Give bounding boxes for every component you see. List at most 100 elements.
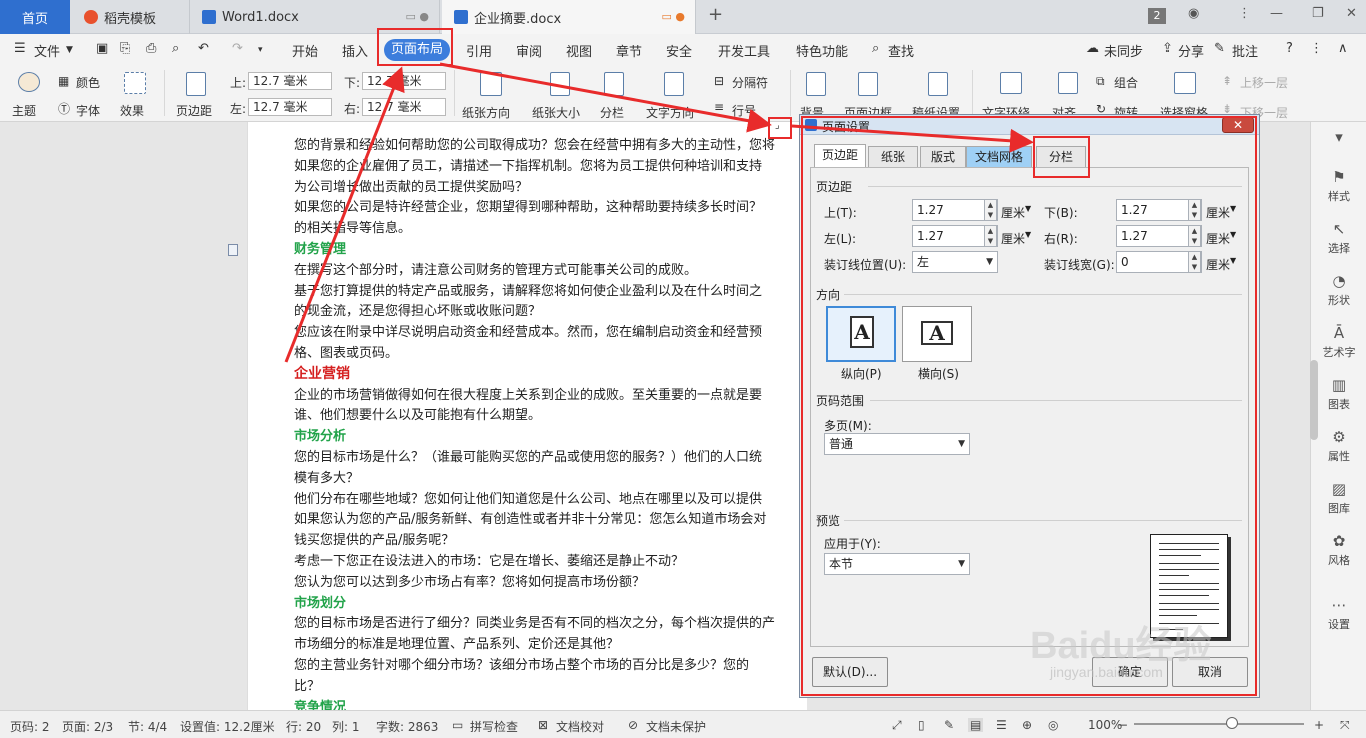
sidebar-item-wordart[interactable]: Ā 艺术字 bbox=[1311, 324, 1366, 360]
close-window-icon[interactable]: ✕ bbox=[1346, 6, 1357, 21]
share-button[interactable]: 分享 bbox=[1178, 41, 1204, 60]
menu-developer[interactable]: 开发工具 bbox=[718, 41, 770, 60]
chevron-down-icon[interactable]: ▼ bbox=[1230, 256, 1236, 265]
chevron-down-icon[interactable]: ▼ bbox=[1230, 230, 1236, 239]
page-view-icon[interactable]: ▤ bbox=[968, 718, 984, 732]
tab-margins[interactable]: 页边距 bbox=[814, 144, 866, 168]
cloud-sync-icon[interactable]: ☁ bbox=[1086, 41, 1099, 56]
document-paragraph[interactable]: 您的目标市场是什么？（谁最可能购买您的产品或使用您的服务？）他们的人口统 bbox=[294, 446, 762, 465]
window-count-badge[interactable]: 2 bbox=[1148, 8, 1166, 24]
save-icon[interactable]: ▣ bbox=[96, 41, 108, 56]
minimize-icon[interactable]: — bbox=[1270, 6, 1283, 21]
document-paragraph[interactable]: 您的目标市场是否进行了细分？同类业务是否有不同的档次之分，每个档次提供的产 bbox=[294, 612, 775, 631]
redo-icon[interactable]: ↷ bbox=[232, 41, 243, 56]
document-paragraph[interactable]: 在撰写这个部分时，请注意公司财务的管理方式可能事关公司的成败。 bbox=[294, 259, 697, 278]
align-icon[interactable] bbox=[1058, 72, 1078, 94]
more-options-icon[interactable]: ⋮ bbox=[1310, 41, 1323, 56]
theme-button[interactable]: 主题 bbox=[12, 102, 36, 119]
chevron-down-icon[interactable]: ▼ bbox=[1025, 204, 1031, 213]
columns-icon[interactable] bbox=[604, 72, 624, 96]
sidebar-item-shape[interactable]: ◔ 形状 bbox=[1311, 272, 1366, 308]
document-heading[interactable]: 财务管理 bbox=[294, 238, 346, 257]
document-heading[interactable]: 市场分析 bbox=[294, 425, 346, 444]
proofread-button[interactable]: 文档校对 bbox=[556, 718, 604, 735]
document-paragraph[interactable]: 基于您打算提供的特定产品或服务，请解释您将如何使企业盈利以及在什么时间之 bbox=[294, 280, 762, 299]
customize-icon[interactable]: ▾ bbox=[258, 45, 263, 55]
tab-columns[interactable]: 分栏 bbox=[1036, 146, 1086, 168]
selection-pane-icon[interactable] bbox=[1174, 72, 1196, 94]
text-direction-button[interactable]: 文字方向 bbox=[646, 104, 694, 121]
gutter-position-select[interactable]: 左 ▼ bbox=[912, 251, 998, 273]
bottom-margin-input[interactable]: 12.7 毫米 bbox=[362, 72, 446, 90]
sidebar-item-select[interactable]: ↖ 选择 bbox=[1311, 220, 1366, 256]
tab-enterprise-summary[interactable]: 企业摘要.docx ▭ ● bbox=[442, 0, 696, 34]
document-page[interactable]: 您的背景和经验如何帮助您的公司取得成功？您会在经营中拥有多大的主动性，您将 如果您… bbox=[247, 122, 807, 710]
spin-buttons[interactable]: ▲ ▼ bbox=[1188, 225, 1201, 247]
dialog-close-button[interactable]: ✕ bbox=[1222, 117, 1254, 133]
outline-view-icon[interactable]: ☰ bbox=[996, 718, 1007, 732]
collapse-ribbon-icon[interactable]: ∧ bbox=[1338, 41, 1348, 56]
paper-size-icon[interactable] bbox=[550, 72, 570, 96]
menu-start[interactable]: 开始 bbox=[292, 41, 318, 60]
document-paragraph[interactable]: 您的主营业务针对哪个细分市场？该细分市场占整个市场的百分比是多少？您的 bbox=[294, 654, 749, 673]
sidebar-item-settings[interactable]: ⋯ 设置 bbox=[1311, 596, 1366, 632]
sidebar-item-gallery[interactable]: ▨ 图库 bbox=[1311, 480, 1366, 516]
sidebar-item-properties[interactable]: ⚙ 属性 bbox=[1311, 428, 1366, 464]
tab-controls-icon[interactable]: ▭ ● bbox=[406, 10, 430, 23]
document-paragraph[interactable]: 的相关指导等信息。 bbox=[294, 217, 411, 236]
apply-to-select[interactable]: 本节 ▼ bbox=[824, 553, 970, 575]
page-border-icon[interactable] bbox=[858, 72, 878, 96]
print-icon[interactable]: ⎙ bbox=[146, 41, 156, 56]
comment-icon[interactable]: ✎ bbox=[1214, 41, 1225, 56]
status-word-count[interactable]: 字数: 2863 bbox=[376, 718, 438, 735]
document-paragraph[interactable]: 考虑一下您正在设法进入的市场：它是在增长、萎缩还是静止不动？ bbox=[294, 550, 684, 569]
zoom-out-icon[interactable]: − bbox=[1118, 718, 1128, 732]
draft-paper-icon[interactable] bbox=[928, 72, 948, 96]
orientation-button[interactable]: 纸张方向 bbox=[462, 104, 510, 121]
sidebar-item-style[interactable]: ⚑ 样式 bbox=[1311, 168, 1366, 204]
avatar-icon[interactable]: ◉ bbox=[1188, 6, 1199, 21]
paragraph-marker-icon[interactable] bbox=[228, 244, 238, 256]
sidebar-item-styleset[interactable]: ✿ 风格 bbox=[1311, 532, 1366, 568]
document-paragraph[interactable]: 您应该在附录中详尽说明启动资金和经营成本。然而，您在编制启动资金和经营预 bbox=[294, 321, 762, 340]
default-button[interactable]: 默认(D)... bbox=[812, 657, 888, 687]
document-paragraph[interactable]: 他们分布在哪些地域？您如何让他们知道您是什么公司、地点在哪里以及可以提供 bbox=[294, 488, 762, 507]
tab-home[interactable]: 首页 bbox=[0, 0, 70, 34]
menu-search[interactable]: 查找 bbox=[888, 41, 914, 60]
landscape-label[interactable]: 横向(S) bbox=[918, 365, 959, 382]
status-row[interactable]: 行: 20 bbox=[286, 718, 321, 735]
tab-controls-icon[interactable]: ▭ ● bbox=[662, 10, 686, 23]
chevron-down-icon[interactable]: ▼ bbox=[66, 45, 73, 55]
document-paragraph[interactable]: 您的背景和经验如何帮助您的公司取得成功？您会在经营中拥有多大的主动性，您将 bbox=[294, 134, 775, 153]
bring-forward-button[interactable]: 上移一层 bbox=[1240, 74, 1288, 91]
document-paragraph[interactable]: 格、图表或页码。 bbox=[294, 342, 398, 361]
menu-view[interactable]: 视图 bbox=[566, 41, 592, 60]
chevron-down-icon[interactable]: ▼ bbox=[1230, 204, 1236, 213]
print-preview-icon[interactable]: ⌕ bbox=[172, 41, 179, 56]
status-column[interactable]: 列: 1 bbox=[332, 718, 360, 735]
new-tab-button[interactable]: + bbox=[708, 4, 723, 25]
dialog-launcher-icon[interactable]: ⌟ bbox=[775, 120, 780, 131]
document-paragraph[interactable]: 如果您认为您的产品/服务新鲜、有创造性或者并非十分常见：您怎么知道市场会对 bbox=[294, 508, 766, 527]
zoom-in-icon[interactable]: + bbox=[1314, 718, 1324, 732]
left-margin-input[interactable]: 12.7 毫米 bbox=[248, 98, 332, 116]
document-paragraph[interactable]: 如果您的企业雇佣了员工，请描述一下指挥机制。您将为员工提供何种培训和支持 bbox=[294, 155, 762, 174]
breaks-button[interactable]: 分隔符 bbox=[732, 74, 768, 91]
font-button[interactable]: 字体 bbox=[76, 102, 100, 119]
margins-button[interactable]: 页边距 bbox=[176, 102, 212, 119]
tab-paper[interactable]: 纸张 bbox=[868, 146, 918, 168]
sidebar-collapse[interactable]: ▾ bbox=[1311, 128, 1366, 148]
landscape-option[interactable]: A bbox=[902, 306, 972, 362]
spin-buttons[interactable]: ▲ ▼ bbox=[1188, 199, 1201, 221]
theme-icon[interactable] bbox=[18, 72, 40, 92]
eye-protect-icon[interactable]: ◎ bbox=[1048, 718, 1058, 732]
document-paragraph[interactable]: 的现金流，还是您得担心坏账或收账问题？ bbox=[294, 300, 541, 319]
undo-icon[interactable]: ↶ bbox=[198, 41, 209, 56]
sidebar-item-chart[interactable]: ▥ 图表 bbox=[1311, 376, 1366, 412]
top-margin-input[interactable]: 12.7 毫米 bbox=[248, 72, 332, 90]
document-heading[interactable]: 企业营销 bbox=[294, 363, 350, 383]
columns-button[interactable]: 分栏 bbox=[600, 104, 624, 121]
right-margin-input[interactable]: 12.7 毫米 bbox=[362, 98, 446, 116]
zoom-slider-handle[interactable] bbox=[1226, 717, 1238, 729]
document-paragraph[interactable]: 企业的市场营销做得如何在很大程度上关系到企业的成败。至关重要的一点就是要 bbox=[294, 384, 762, 403]
